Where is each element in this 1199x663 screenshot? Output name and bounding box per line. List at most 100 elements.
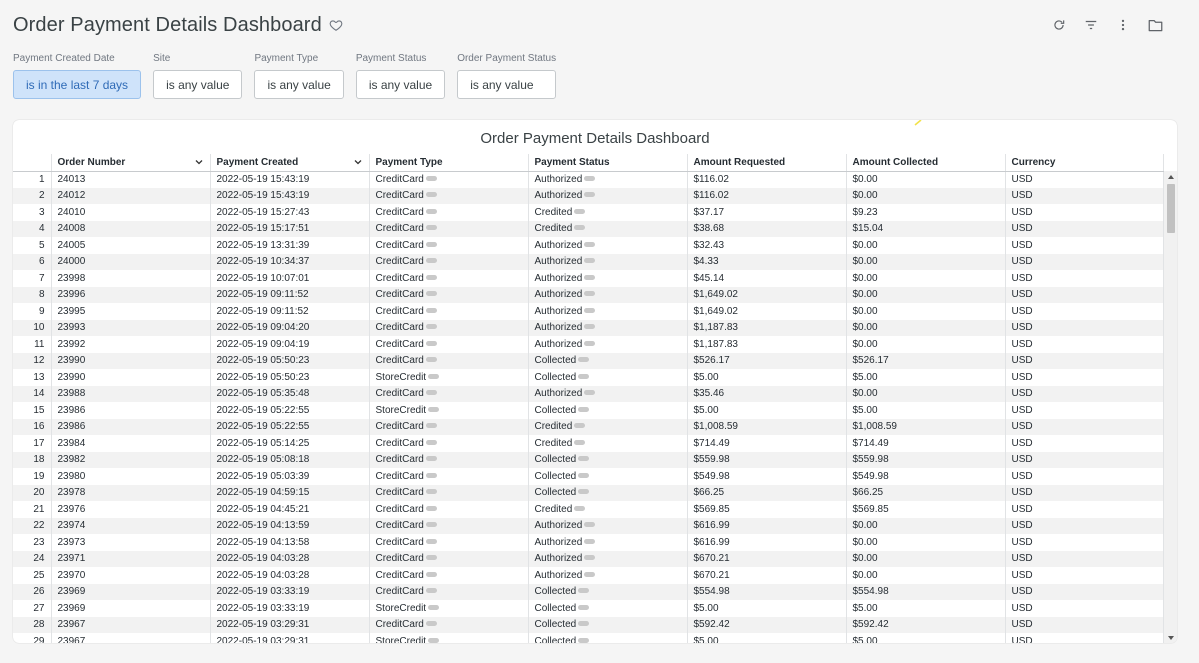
payment-status-cell[interactable]: Authorized — [528, 303, 688, 320]
payment-created-cell[interactable]: 2022-05-19 15:27:43 — [210, 204, 370, 221]
table-row[interactable]: 18 23982 2022-05-19 05:08:18 CreditCard Coll… — [13, 451, 1164, 468]
order-number-cell[interactable]: 23992 — [51, 336, 211, 353]
payment-type-cell[interactable]: StoreCredit — [369, 369, 529, 386]
more-horiz-icon[interactable] — [425, 555, 437, 561]
table-row[interactable]: 21 23976 2022-05-19 04:45:21 CreditCard Cred… — [13, 501, 1164, 518]
more-horiz-icon[interactable] — [425, 258, 437, 264]
amount-collected-cell[interactable]: $0.00 — [846, 237, 1006, 254]
amount-requested-cell[interactable]: $5.00 — [687, 633, 847, 643]
currency-cell[interactable]: USD — [1005, 550, 1164, 567]
more-horiz-icon[interactable] — [425, 621, 437, 627]
more-horiz-icon[interactable] — [584, 571, 596, 577]
amount-collected-cell[interactable]: $0.00 — [846, 385, 1006, 402]
more-horiz-icon[interactable] — [584, 241, 596, 247]
payment-created-cell[interactable]: 2022-05-19 09:04:20 — [210, 319, 370, 336]
payment-status-cell[interactable]: Authorized — [528, 319, 688, 336]
table-row[interactable]: 15 23986 2022-05-19 05:22:55 StoreCredit Col… — [13, 402, 1164, 419]
order-number-cell[interactable]: 24008 — [51, 220, 211, 237]
payment-type-cell[interactable]: CreditCard — [369, 451, 529, 468]
order-number-cell[interactable]: 23973 — [51, 534, 211, 551]
scroll-up-icon[interactable] — [1167, 173, 1175, 181]
filter-value-button[interactable]: is any value — [355, 70, 446, 99]
payment-status-cell[interactable]: Credited — [528, 220, 688, 237]
more-horiz-icon[interactable] — [578, 637, 590, 643]
amount-requested-cell[interactable]: $616.99 — [687, 517, 847, 534]
order-number-cell[interactable]: 24010 — [51, 204, 211, 221]
payment-status-cell[interactable]: Authorized — [528, 270, 688, 287]
table-row[interactable]: 24 23971 2022-05-19 04:03:28 CreditCard Auth… — [13, 550, 1164, 567]
payment-created-cell[interactable]: 2022-05-19 04:03:28 — [210, 550, 370, 567]
payment-created-cell[interactable]: 2022-05-19 04:59:15 — [210, 484, 370, 501]
more-horiz-icon[interactable] — [425, 175, 437, 181]
payment-type-cell[interactable]: CreditCard — [369, 468, 529, 485]
payment-type-cell[interactable]: StoreCredit — [369, 402, 529, 419]
payment-type-cell[interactable]: CreditCard — [369, 336, 529, 353]
more-horiz-icon[interactable] — [578, 472, 590, 478]
payment-created-cell[interactable]: 2022-05-19 03:33:19 — [210, 583, 370, 600]
table-row[interactable]: 17 23984 2022-05-19 05:14:25 CreditCard Cred… — [13, 435, 1164, 452]
payment-status-cell[interactable]: Collected — [528, 402, 688, 419]
payment-type-cell[interactable]: CreditCard — [369, 270, 529, 287]
amount-collected-cell[interactable]: $0.00 — [846, 303, 1006, 320]
payment-created-cell[interactable]: 2022-05-19 03:33:19 — [210, 600, 370, 617]
more-horiz-icon[interactable] — [425, 241, 437, 247]
payment-status-cell[interactable]: Collected — [528, 468, 688, 485]
currency-cell[interactable]: USD — [1005, 385, 1164, 402]
more-horiz-icon[interactable] — [584, 390, 596, 396]
more-horiz-icon[interactable] — [578, 456, 590, 462]
table-row[interactable]: 5 24005 2022-05-19 13:31:39 CreditCard Autho… — [13, 237, 1164, 254]
amount-requested-cell[interactable]: $1,649.02 — [687, 303, 847, 320]
table-row[interactable]: 22 23974 2022-05-19 04:13:59 CreditCard Auth… — [13, 517, 1164, 534]
amount-requested-cell[interactable]: $32.43 — [687, 237, 847, 254]
payment-type-cell[interactable]: CreditCard — [369, 253, 529, 270]
table-row[interactable]: 20 23978 2022-05-19 04:59:15 CreditCard Coll… — [13, 484, 1164, 501]
payment-type-cell[interactable]: CreditCard — [369, 616, 529, 633]
more-horiz-icon[interactable] — [425, 192, 437, 198]
more-horiz-icon[interactable] — [578, 604, 590, 610]
more-vert-icon[interactable] — [1107, 14, 1139, 36]
amount-requested-cell[interactable]: $592.42 — [687, 616, 847, 633]
more-horiz-icon[interactable] — [584, 555, 596, 561]
payment-created-cell[interactable]: 2022-05-19 04:03:28 — [210, 567, 370, 584]
more-horiz-icon[interactable] — [584, 538, 596, 544]
payment-type-cell[interactable]: CreditCard — [369, 319, 529, 336]
currency-cell[interactable]: USD — [1005, 352, 1164, 369]
currency-cell[interactable]: USD — [1005, 270, 1164, 287]
folder-icon[interactable] — [1139, 14, 1171, 36]
amount-collected-cell[interactable]: $0.00 — [846, 567, 1006, 584]
payment-status-cell[interactable]: Collected — [528, 616, 688, 633]
order-number-cell[interactable]: 24013 — [51, 171, 211, 188]
table-row[interactable]: 23 23973 2022-05-19 04:13:58 CreditCard Auth… — [13, 534, 1164, 551]
amount-collected-cell[interactable]: $0.00 — [846, 550, 1006, 567]
more-horiz-icon[interactable] — [584, 340, 596, 346]
order-number-cell[interactable]: 23967 — [51, 616, 211, 633]
payment-created-cell[interactable]: 2022-05-19 10:07:01 — [210, 270, 370, 287]
table-row[interactable]: 6 24000 2022-05-19 10:34:37 CreditCard Autho… — [13, 253, 1164, 270]
table-row[interactable]: 19 23980 2022-05-19 05:03:39 CreditCard Coll… — [13, 468, 1164, 485]
more-horiz-icon[interactable] — [428, 406, 440, 412]
more-horiz-icon[interactable] — [574, 225, 586, 231]
payment-type-cell[interactable]: CreditCard — [369, 187, 529, 204]
currency-cell[interactable]: USD — [1005, 616, 1164, 633]
more-horiz-icon[interactable] — [425, 571, 437, 577]
order-number-cell[interactable]: 23996 — [51, 286, 211, 303]
table-row[interactable]: 29 23967 2022-05-19 03:29:31 StoreCredit Col… — [13, 633, 1164, 643]
amount-collected-cell[interactable]: $0.00 — [846, 171, 1006, 188]
currency-cell[interactable]: USD — [1005, 402, 1164, 419]
order-number-cell[interactable]: 23990 — [51, 352, 211, 369]
more-horiz-icon[interactable] — [425, 225, 437, 231]
table-row[interactable]: 9 23995 2022-05-19 09:11:52 CreditCard Autho… — [13, 303, 1164, 320]
more-horiz-icon[interactable] — [425, 324, 437, 330]
amount-collected-cell[interactable]: $559.98 — [846, 451, 1006, 468]
chevron-down-icon[interactable] — [194, 157, 204, 167]
payment-type-cell[interactable]: CreditCard — [369, 237, 529, 254]
order-number-cell[interactable]: 24012 — [51, 187, 211, 204]
order-number-cell[interactable]: 24000 — [51, 253, 211, 270]
more-horiz-icon[interactable] — [578, 357, 590, 363]
amount-requested-cell[interactable]: $66.25 — [687, 484, 847, 501]
more-horiz-icon[interactable] — [574, 505, 586, 511]
currency-cell[interactable]: USD — [1005, 336, 1164, 353]
order-number-cell[interactable]: 23993 — [51, 319, 211, 336]
more-horiz-icon[interactable] — [578, 621, 590, 627]
filter-value-button[interactable]: is any value — [153, 70, 243, 99]
